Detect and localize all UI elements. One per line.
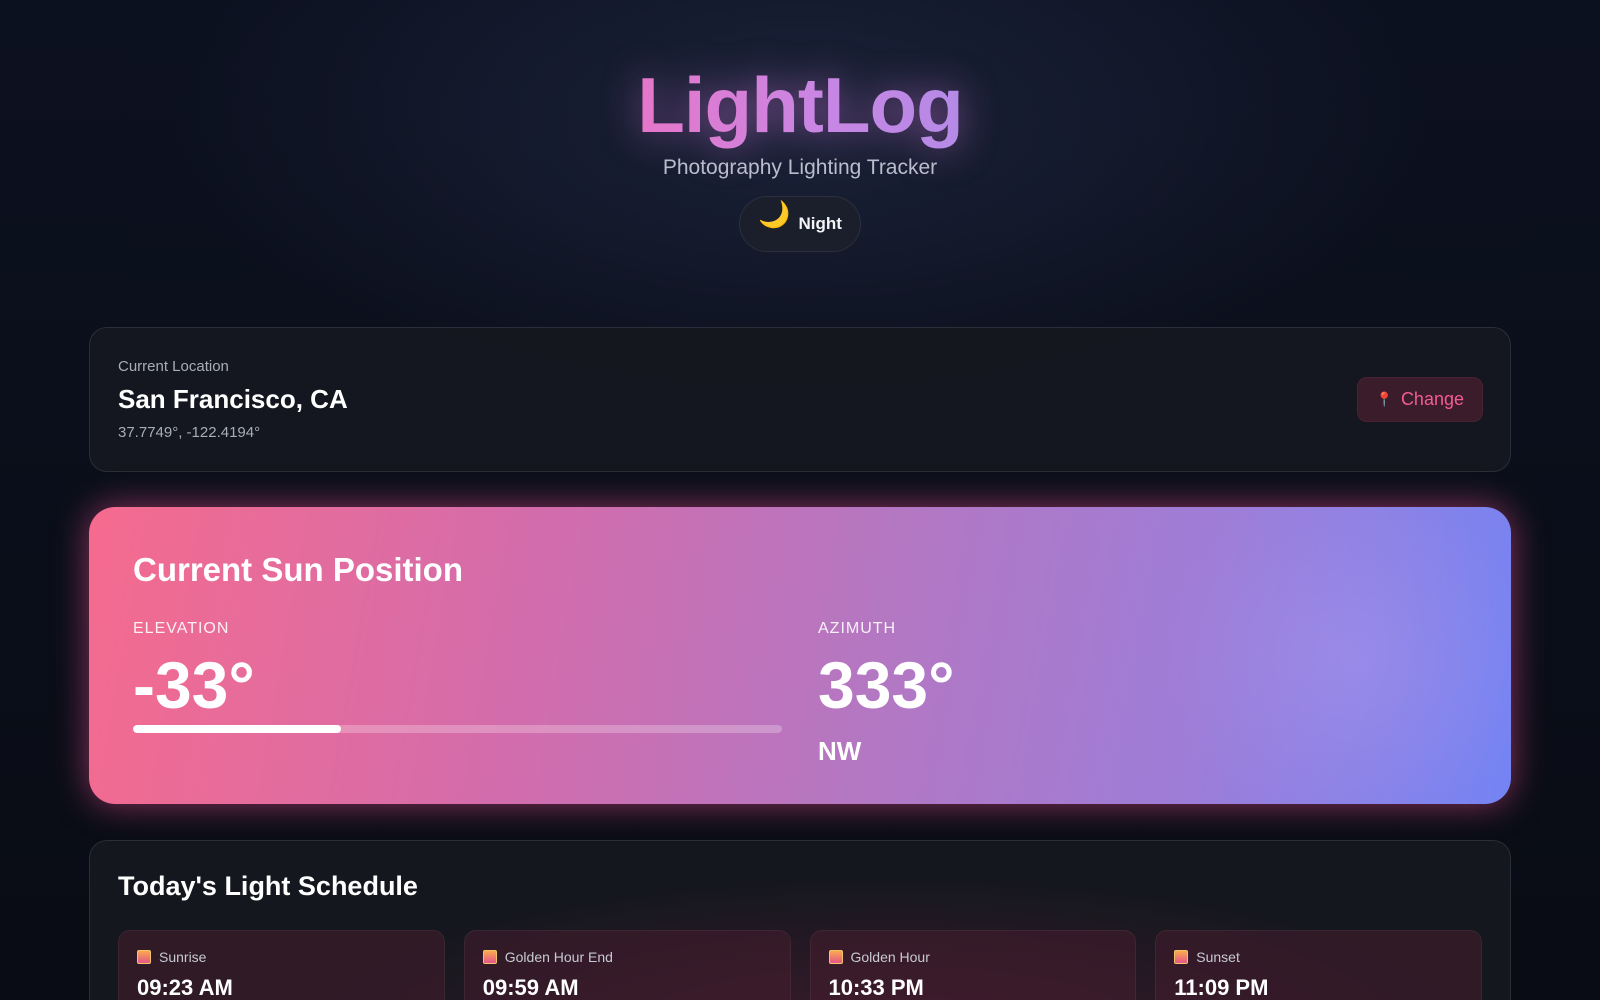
elevation-progress-fill — [133, 725, 341, 733]
location-name: San Francisco, CA — [118, 384, 348, 414]
schedule-item-time: 10:33 PM — [828, 975, 924, 1000]
schedule-item-sunrise[interactable]: Sunrise 09:23 AM — [118, 930, 445, 1000]
azimuth-direction: NW — [818, 736, 862, 766]
schedule-item-name: Sunrise — [159, 949, 207, 965]
location-coords: 37.7749°, -122.4194° — [118, 424, 261, 441]
app-logo: LightLog — [637, 61, 964, 149]
app-tagline: Photography Lighting Tracker — [662, 156, 938, 179]
light-schedule-card: Today's Light Schedule Sunrise 09:23 AM … — [89, 840, 1511, 1000]
location-card: Current Location San Francisco, CA 37.77… — [89, 327, 1511, 472]
schedule-item-name: Sunset — [1196, 949, 1240, 965]
elevation-label: ELEVATION — [133, 620, 230, 637]
azimuth-label: AZIMUTH — [818, 620, 897, 637]
change-location-button[interactable]: 📍 Change — [1356, 377, 1483, 422]
golden-hour-icon — [828, 950, 843, 964]
schedule-item-name: Golden Hour End — [504, 949, 613, 965]
schedule-item-time: 09:23 AM — [137, 975, 233, 1000]
schedule-item-time: 11:09 PM — [1174, 975, 1269, 1000]
schedule-item-golden-hour[interactable]: Golden Hour 10:33 PM — [809, 930, 1137, 1000]
schedule-item-golden-hour-end[interactable]: Golden Hour End 09:59 AM — [463, 930, 791, 1000]
elevation-value: -33° — [133, 648, 255, 722]
sun-position-title: Current Sun Position — [133, 551, 463, 588]
sun-position-card: Current Sun Position ELEVATION -33° AZIM… — [89, 507, 1511, 804]
schedule-grid: Sunrise 09:23 AM Golden Hour End 09:59 A… — [118, 930, 1482, 1000]
mode-label: Night — [798, 214, 842, 233]
schedule-item-sunset[interactable]: Sunset 11:09 PM — [1155, 930, 1482, 1000]
azimuth-value: 333° — [818, 648, 955, 722]
schedule-title: Today's Light Schedule — [118, 871, 418, 901]
mode-toggle-button[interactable]: 🌙 Night — [739, 196, 861, 252]
pin-icon: 📍 — [1375, 391, 1393, 407]
golden-hour-icon — [482, 950, 497, 964]
schedule-item-time: 09:59 AM — [482, 975, 579, 1000]
elevation-progress-bar — [133, 725, 782, 733]
moon-icon: 🌙 — [758, 198, 791, 229]
schedule-item-name: Golden Hour — [850, 949, 930, 965]
sunrise-icon — [137, 950, 151, 964]
app-header: LightLog Photography Lighting Tracker 🌙 … — [0, 60, 1600, 252]
change-location-label: Change — [1400, 389, 1464, 409]
location-label: Current Location — [118, 358, 229, 375]
sunset-icon — [1174, 950, 1189, 964]
